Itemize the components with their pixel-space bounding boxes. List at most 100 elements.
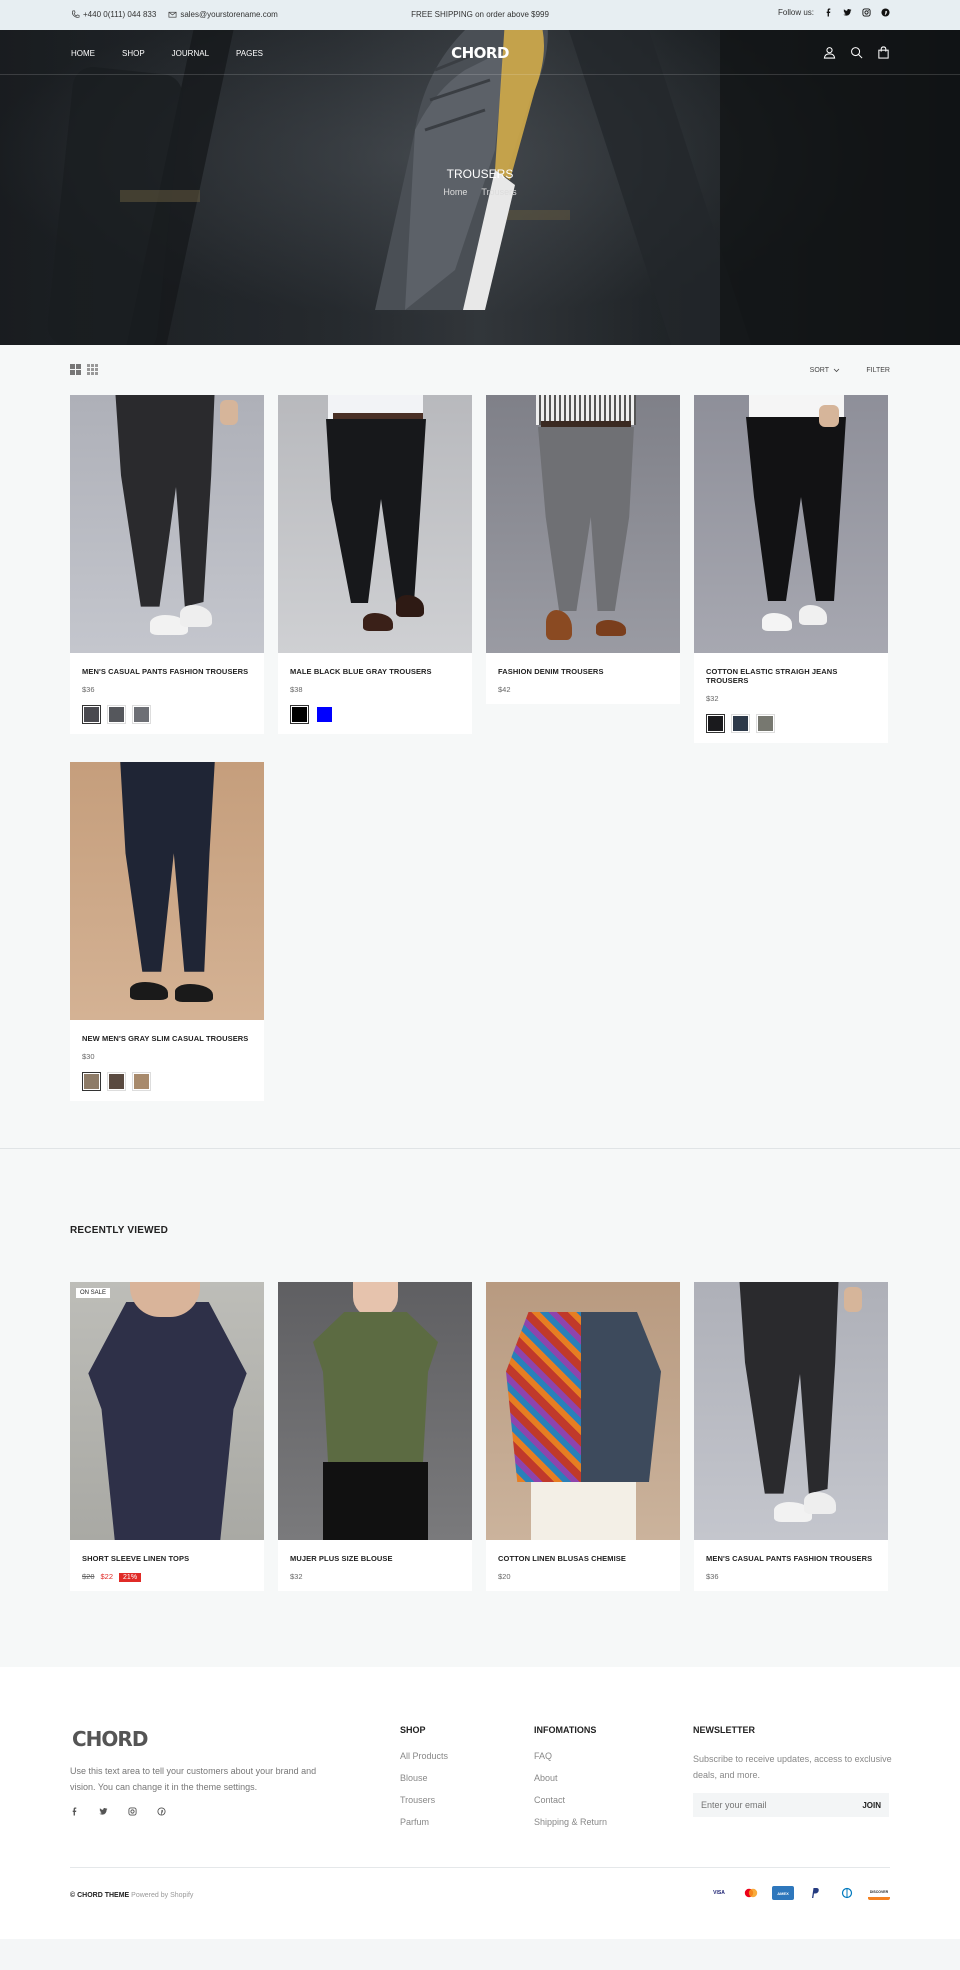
color-swatches [290, 705, 460, 724]
footer-shop-title: SHOP [400, 1725, 426, 1735]
header-icons [823, 46, 890, 59]
product-image[interactable] [694, 395, 888, 653]
product-price: $32 [706, 694, 719, 703]
footer-link-blouse[interactable]: Blouse [400, 1773, 448, 1783]
product-image[interactable] [278, 395, 472, 653]
sale-price: $22 [100, 1572, 114, 1581]
grid-2-icon[interactable] [70, 364, 81, 375]
footer-description: Use this text area to tell your customer… [70, 1766, 317, 1792]
product-name[interactable]: SHORT SLEEVE LINEN TOPS [82, 1554, 252, 1563]
product-image[interactable] [70, 395, 264, 653]
email-input[interactable] [701, 1800, 831, 1810]
swatch[interactable] [706, 714, 725, 733]
copyright-brand[interactable]: © CHORD THEME [70, 1892, 129, 1899]
footer-link-all-products[interactable]: All Products [400, 1751, 448, 1761]
product-name[interactable]: MEN'S CASUAL PANTS FASHION TROUSERS [82, 667, 252, 676]
newsletter-form: JOIN [693, 1793, 889, 1817]
view-switcher [70, 364, 98, 375]
payment-methods: VISA AMEX DISCOVER [708, 1886, 890, 1900]
product-price: $20 [498, 1572, 511, 1581]
footer-logo[interactable]: CHORD [72, 1727, 148, 1751]
sort-label: SORT [809, 367, 829, 374]
product-card[interactable]: FASHION DENIM TROUSERS $42 [486, 395, 680, 704]
footer-link-shipping[interactable]: Shipping & Return [534, 1817, 607, 1827]
product-card[interactable]: MALE BLACK BLUE GRAY TROUSERS $38 [278, 395, 472, 734]
grid-3-icon[interactable] [87, 364, 98, 375]
footer-shop-column: SHOP All Products Blouse Trousers Parfum [400, 1725, 448, 1839]
twitter-icon[interactable] [99, 1807, 108, 1816]
swatch[interactable] [731, 714, 750, 733]
product-image[interactable] [486, 395, 680, 653]
section-divider [0, 1148, 960, 1149]
product-name[interactable]: MEN'S CASUAL PANTS FASHION TROUSERS [706, 1554, 876, 1563]
twitter-icon[interactable] [843, 8, 852, 17]
visa-icon: VISA [713, 1890, 725, 1896]
swatch[interactable] [132, 1072, 151, 1091]
swatch[interactable] [132, 705, 151, 724]
follow-label: Follow us: [777, 8, 814, 17]
facebook-icon[interactable] [824, 8, 833, 17]
swatch[interactable] [107, 1072, 126, 1091]
breadcrumb-home[interactable]: Home [443, 187, 467, 197]
discount-badge: 21% [119, 1573, 142, 1582]
cart-icon[interactable] [877, 46, 890, 59]
footer-link-trousers[interactable]: Trousers [400, 1795, 448, 1805]
color-swatches [82, 1072, 252, 1091]
product-name[interactable]: COTTON LINEN BLUSAS CHEMISE [498, 1554, 668, 1563]
product-price: $36 [706, 1572, 719, 1581]
social-links: Follow us: [778, 8, 890, 17]
paypal-icon [804, 1886, 826, 1900]
recent-product-card[interactable]: MEN'S CASUAL PANTS FASHION TROUSERS $36 [694, 1282, 888, 1591]
product-name[interactable]: MUJER PLUS SIZE BLOUSE [290, 1554, 460, 1563]
instagram-icon[interactable] [862, 8, 871, 17]
pinterest-icon[interactable] [881, 8, 890, 17]
search-icon[interactable] [850, 46, 863, 59]
product-price: $32 [290, 1572, 303, 1581]
product-image[interactable] [694, 1282, 888, 1540]
page-bottom [0, 1939, 960, 1970]
facebook-icon[interactable] [70, 1807, 79, 1816]
swatch[interactable] [82, 1072, 101, 1091]
product-image[interactable] [278, 1282, 472, 1540]
product-image[interactable] [486, 1282, 680, 1540]
pinterest-icon[interactable] [157, 1807, 166, 1816]
powered-by[interactable]: Powered by Shopify [131, 1892, 193, 1899]
swatch[interactable] [290, 705, 309, 724]
footer-info-column: INFOMATIONS FAQ About Contact Shipping &… [534, 1725, 607, 1839]
footer-link-about[interactable]: About [534, 1773, 607, 1783]
product-image[interactable]: ON SALE [70, 1282, 264, 1540]
footer-divider [70, 1867, 890, 1868]
old-price: $28 [82, 1572, 95, 1581]
footer-newsletter-column: NEWSLETTER Subscribe to receive updates,… [693, 1725, 893, 1817]
footer-link-contact[interactable]: Contact [534, 1795, 607, 1805]
site-logo[interactable]: CHORD [0, 44, 960, 62]
newsletter-text: Subscribe to receive updates, access to … [693, 1754, 892, 1780]
swatch[interactable] [315, 705, 334, 724]
product-name[interactable]: COTTON ELASTIC STRAIGH JEANS TROUSERS [706, 667, 876, 685]
product-price: $28 $22 21% [82, 1572, 252, 1582]
product-name[interactable]: NEW MEN'S GRAY SLIM CASUAL TROUSERS [82, 1034, 252, 1043]
swatch[interactable] [107, 705, 126, 724]
swatch[interactable] [756, 714, 775, 733]
sort-dropdown[interactable]: SORT [810, 367, 840, 374]
recent-product-card[interactable]: MUJER PLUS SIZE BLOUSE $32 [278, 1282, 472, 1591]
top-bar: +440 0(111) 044 833 sales@yourstorename.… [0, 0, 960, 30]
filter-button[interactable]: FILTER [866, 367, 890, 374]
product-price: $36 [82, 685, 95, 694]
instagram-icon[interactable] [128, 1807, 137, 1816]
product-card[interactable]: NEW MEN'S GRAY SLIM CASUAL TROUSERS $30 [70, 762, 264, 1101]
product-name[interactable]: FASHION DENIM TROUSERS [498, 667, 668, 676]
page-title: TROUSERS [446, 167, 514, 181]
join-button[interactable]: JOIN [862, 1801, 881, 1810]
recent-product-card[interactable]: ON SALE SHORT SLEEVE LINEN TOPS $28 $22 21… [70, 1282, 264, 1591]
product-card[interactable]: COTTON ELASTIC STRAIGH JEANS TROUSERS $3… [694, 395, 888, 743]
swatch[interactable] [82, 705, 101, 724]
product-name[interactable]: MALE BLACK BLUE GRAY TROUSERS [290, 667, 460, 676]
diners-icon [836, 1886, 858, 1900]
footer-link-faq[interactable]: FAQ [534, 1751, 607, 1761]
product-image[interactable] [70, 762, 264, 1020]
account-icon[interactable] [823, 46, 836, 59]
product-card[interactable]: MEN'S CASUAL PANTS FASHION TROUSERS $36 [70, 395, 264, 734]
recent-product-card[interactable]: COTTON LINEN BLUSAS CHEMISE $20 [486, 1282, 680, 1591]
footer-link-parfum[interactable]: Parfum [400, 1817, 448, 1827]
